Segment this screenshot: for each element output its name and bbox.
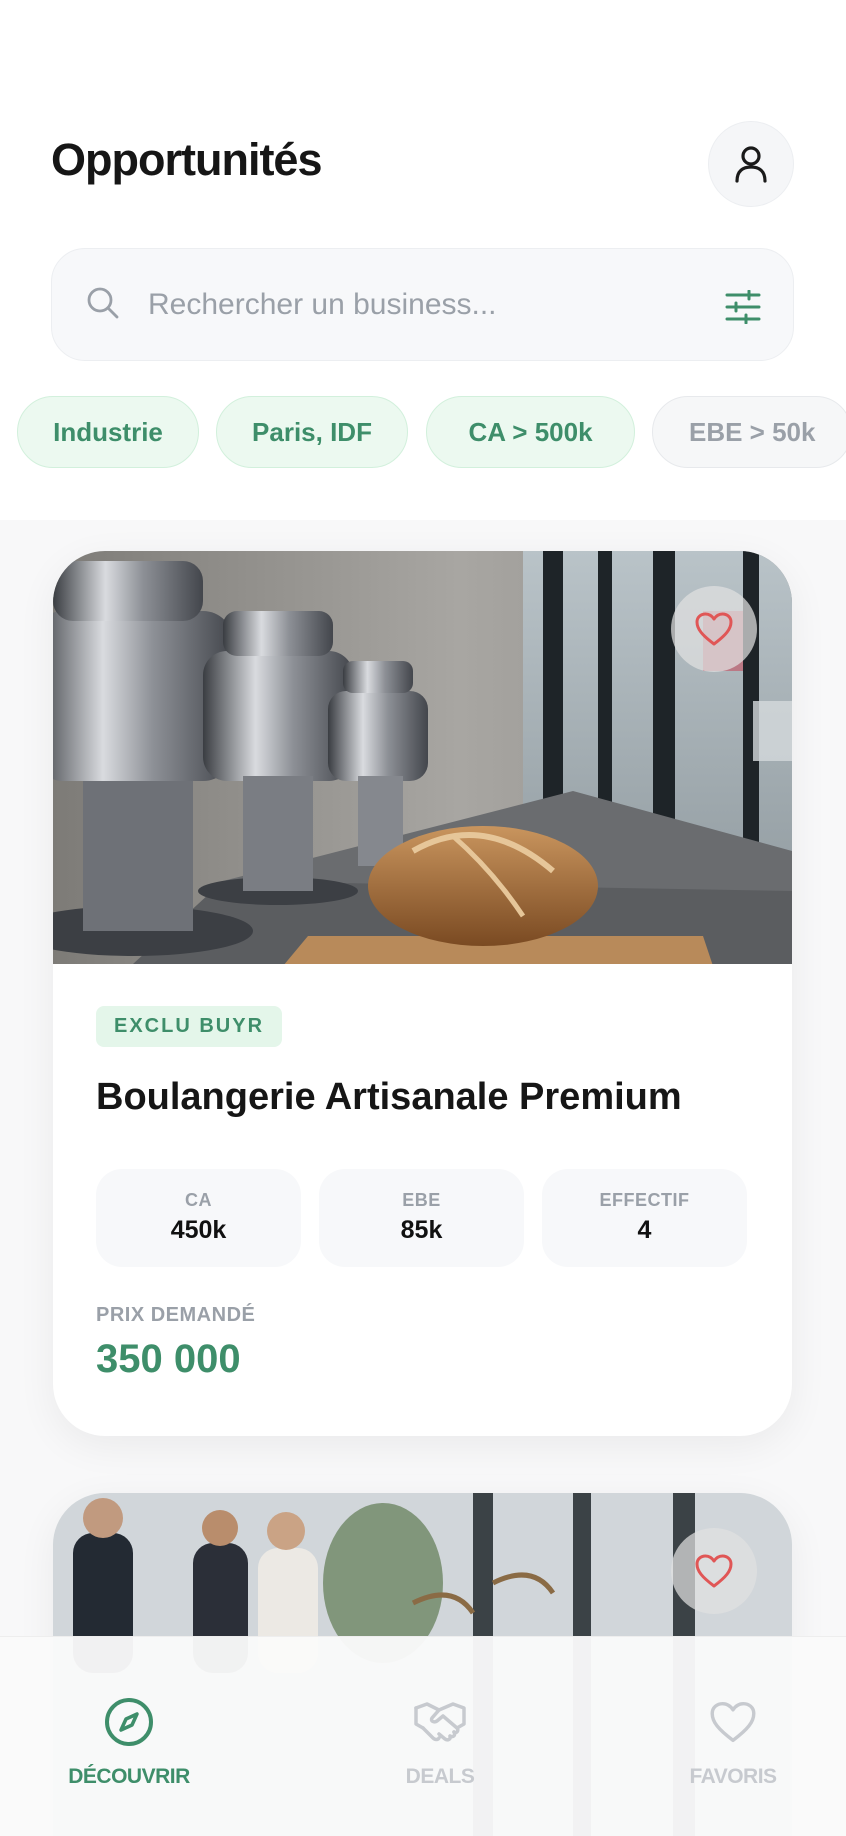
nav-label: FAVORIS [689, 1765, 777, 1788]
stat-label: CA [185, 1190, 212, 1210]
listing-card[interactable]: EXCLU BUYR Boulangerie Artisanale Premiu… [53, 551, 792, 1436]
heart-icon [710, 1701, 756, 1743]
nav-label: DEALS [405, 1765, 475, 1788]
header-area: Opportunités Indus [0, 0, 846, 520]
listing-title: Boulangerie Artisanale Premium [96, 1076, 682, 1118]
stat-value: 4 [637, 1216, 652, 1244]
stat-label: EFFECTIF [599, 1190, 690, 1210]
compass-icon [105, 1698, 153, 1746]
handshake-icon [414, 1702, 466, 1742]
bottom-navigation: DÉCOUVRIR DEALS FAVORIS [0, 1636, 846, 1836]
stat-label: EBE [402, 1190, 441, 1210]
filter-chips: Industrie Paris, IDF CA > 500k EBE > 50k [17, 396, 846, 470]
favorite-button[interactable] [671, 1528, 757, 1614]
profile-button[interactable] [708, 121, 794, 207]
search-input[interactable] [148, 279, 708, 331]
nav-decouvrir[interactable]: DÉCOUVRIR [29, 1693, 229, 1789]
sliders-icon [725, 290, 761, 324]
nav-deals[interactable]: DEALS [340, 1693, 540, 1789]
nav-favoris[interactable]: FAVORIS [633, 1693, 833, 1789]
stat-value: 85k [400, 1216, 443, 1244]
price-label: PRIX DEMANDÉ [96, 1304, 256, 1326]
search-icon [87, 287, 119, 319]
exclusive-badge: EXCLU BUYR [96, 1006, 283, 1047]
stat-ebe: EBE 85k [319, 1169, 524, 1267]
stat-value: 450k [170, 1216, 227, 1244]
page-title: Opportunités [51, 134, 322, 185]
chip-paris-idf[interactable]: Paris, IDF [216, 396, 408, 468]
heart-icon [695, 1554, 733, 1588]
stat-ca: CA 450k [96, 1169, 301, 1267]
nav-label: DÉCOUVRIR [68, 1765, 190, 1788]
price-value: 350 000 [96, 1337, 241, 1381]
favorite-button[interactable] [671, 586, 757, 672]
chip-ebe[interactable]: EBE > 50k [652, 396, 846, 468]
chip-industrie[interactable]: Industrie [17, 396, 199, 468]
heart-icon [695, 612, 733, 646]
filter-button[interactable] [720, 284, 766, 330]
chip-ca[interactable]: CA > 500k [426, 396, 635, 468]
stat-effectif: EFFECTIF 4 [542, 1169, 747, 1267]
user-icon [735, 146, 767, 183]
search-bar [51, 248, 794, 361]
